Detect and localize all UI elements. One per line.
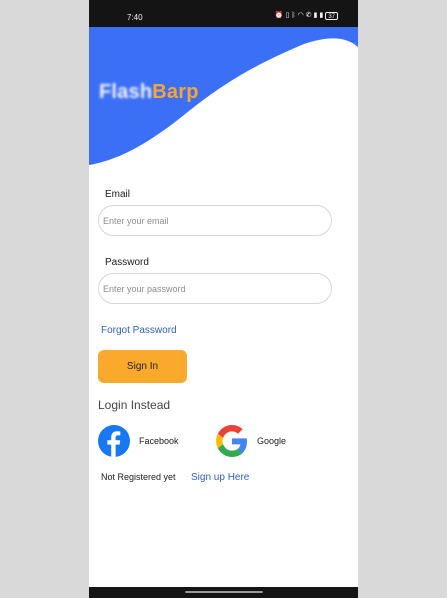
facebook-login-button[interactable]: Facebook bbox=[98, 425, 179, 457]
wifi-icon: ◠ bbox=[297, 12, 304, 19]
battery-icon: 37 bbox=[325, 12, 338, 20]
alarm-icon: ⏰ bbox=[274, 12, 284, 19]
bluetooth-icon: ᛒ bbox=[291, 12, 296, 19]
facebook-label: Facebook bbox=[139, 436, 179, 446]
forgot-password-link[interactable]: Forgot Password bbox=[101, 325, 177, 336]
home-indicator[interactable] bbox=[185, 591, 263, 593]
signal-icon-2: ▮ bbox=[319, 12, 324, 19]
call-icon: ✆ bbox=[305, 12, 312, 19]
password-input[interactable] bbox=[98, 273, 332, 304]
email-label: Email bbox=[105, 189, 131, 200]
facebook-icon bbox=[98, 425, 130, 457]
login-instead-heading: Login Instead bbox=[98, 398, 171, 412]
vibrate-icon: ▯ bbox=[285, 12, 290, 19]
logo-brand-text: Barp bbox=[152, 81, 199, 103]
sign-in-button[interactable]: Sign In bbox=[98, 350, 187, 383]
phone-screen: 7:40 ⏰ ▯ ᛒ ◠ ✆ ▮ ▮ 37 FlashBarp Email Pa… bbox=[89, 0, 358, 598]
signal-icon: ▮ bbox=[313, 12, 318, 19]
google-icon bbox=[216, 425, 247, 457]
status-bar: 7:40 ⏰ ▯ ᛒ ◠ ✆ ▮ ▮ 37 bbox=[89, 0, 358, 27]
password-label: Password bbox=[105, 257, 149, 268]
sign-up-link[interactable]: Sign up Here bbox=[191, 472, 249, 483]
google-label: Google bbox=[257, 436, 287, 446]
email-input[interactable] bbox=[98, 205, 332, 236]
not-registered-text: Not Registered yet bbox=[101, 472, 176, 482]
status-icons: ⏰ ▯ ᛒ ◠ ✆ ▮ ▮ 37 bbox=[275, 12, 338, 20]
google-login-button[interactable]: Google bbox=[216, 425, 286, 457]
navigation-bar bbox=[89, 587, 358, 598]
status-time: 7:40 bbox=[127, 13, 143, 22]
logo-blurred-text: Flash bbox=[99, 81, 153, 103]
app-logo: FlashBarp bbox=[99, 81, 199, 104]
